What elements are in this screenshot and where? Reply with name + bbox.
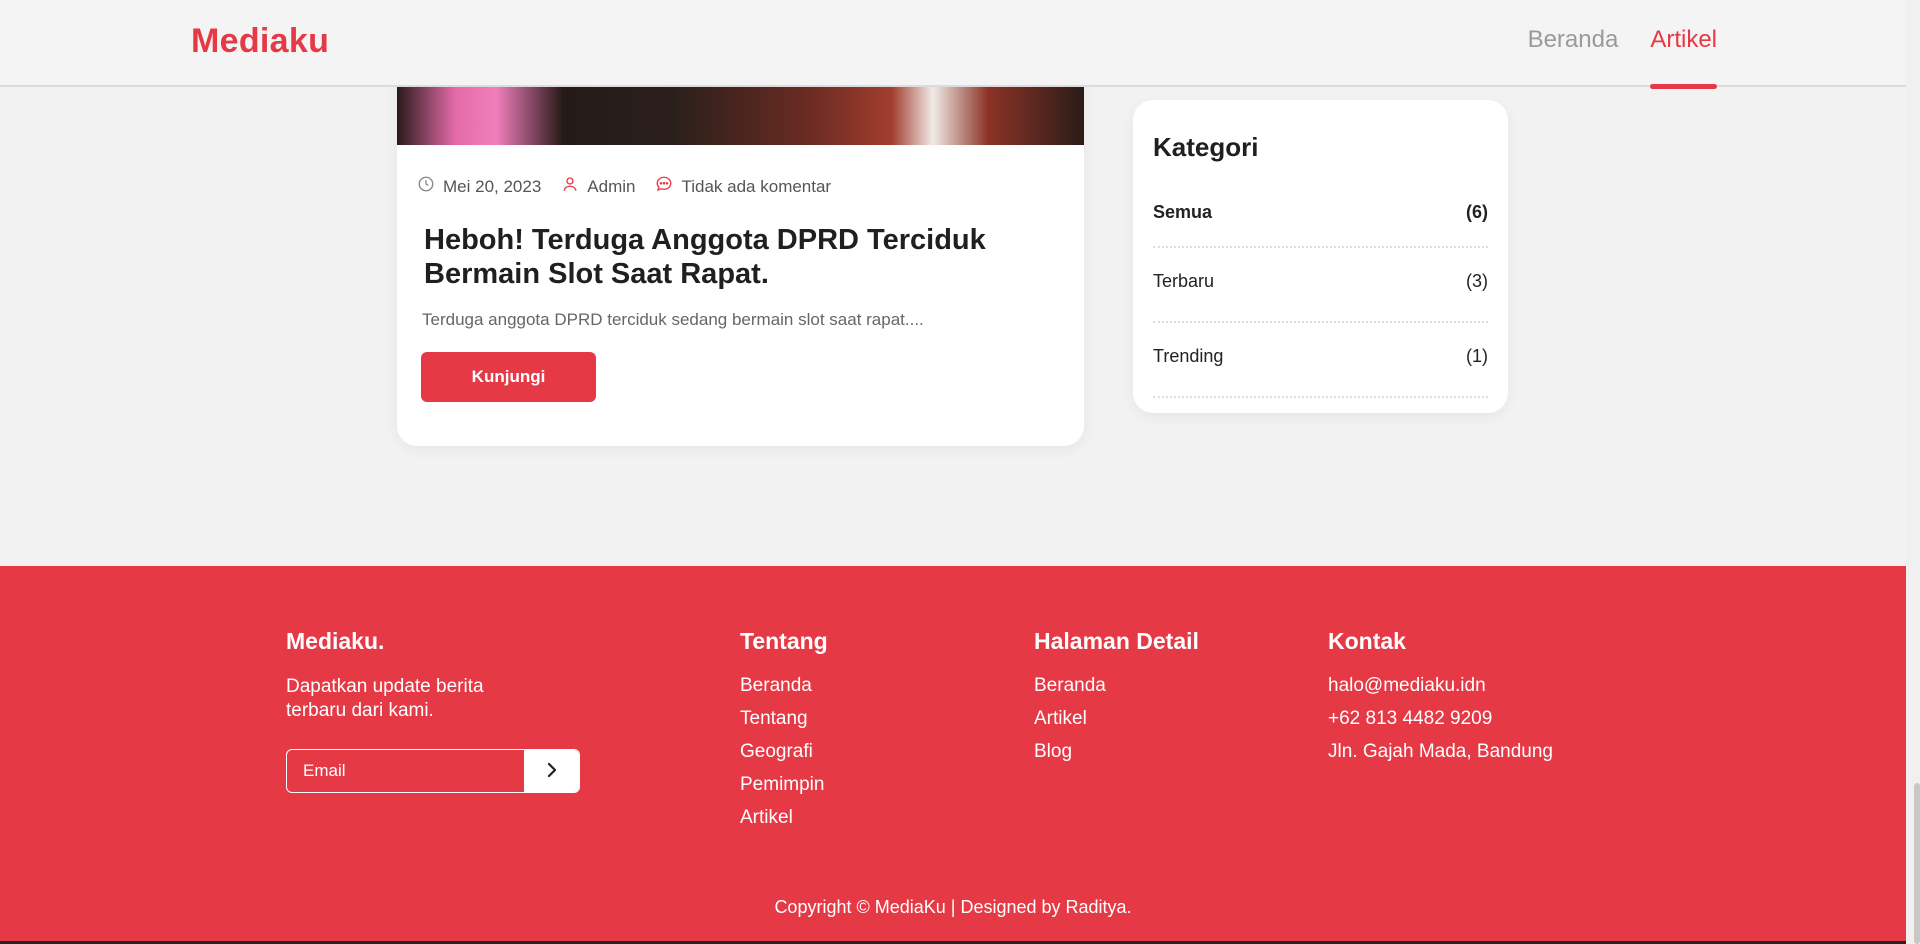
footer-brand-column: Mediaku. Dapatkan update berita terbaru …	[286, 628, 536, 723]
footer-kontak-title: Kontak	[1328, 628, 1406, 654]
category-list: Semua (6) Terbaru (3) Trending (1)	[1153, 184, 1488, 398]
category-count: (6)	[1466, 201, 1488, 222]
footer-halaman-column: Halaman Detail Beranda Artikel Blog	[1034, 628, 1199, 774]
footer-link-blog[interactable]: Blog	[1034, 741, 1199, 763]
footer-link-geografi[interactable]: Geografi	[740, 741, 828, 763]
chevron-right-icon	[543, 761, 561, 782]
contact-address: Jln. Gajah Mada, Bandung	[1328, 741, 1553, 762]
category-sidebar: Kategori Semua (6) Terbaru (3) Trending …	[1133, 100, 1508, 413]
site-header: Mediaku Beranda Artikel	[0, 0, 1906, 89]
brand-logo[interactable]: Mediaku	[191, 22, 329, 61]
category-name: Semua	[1153, 201, 1213, 222]
contact-phone[interactable]: +62 813 4482 9209	[1328, 708, 1553, 730]
footer-link-artikel[interactable]: Artikel	[740, 807, 828, 829]
article-meta: Mei 20, 2023 Admin Tidak ada komentar	[417, 175, 831, 198]
category-count: (3)	[1466, 271, 1488, 291]
category-item-trending[interactable]: Trending (1)	[1153, 323, 1488, 398]
email-input[interactable]	[287, 750, 524, 792]
category-name: Terbaru	[1153, 271, 1215, 291]
user-icon	[561, 175, 579, 198]
category-count: (1)	[1466, 346, 1488, 366]
comment-icon	[655, 175, 673, 198]
article-date: Mei 20, 2023	[443, 176, 542, 196]
category-item-semua[interactable]: Semua (6)	[1153, 184, 1488, 248]
nav-artikel[interactable]: Artikel	[1650, 0, 1717, 89]
article-card: Mei 20, 2023 Admin Tidak ada komentar He…	[397, 60, 1084, 446]
contact-email[interactable]: halo@mediaku.idn	[1328, 675, 1553, 697]
footer-tentang-title: Tentang	[740, 628, 828, 654]
visit-button[interactable]: Kunjungi	[421, 352, 596, 402]
page-scrollbar[interactable]	[1906, 0, 1920, 944]
category-name: Trending	[1153, 346, 1224, 366]
meta-comments: Tidak ada komentar	[655, 175, 831, 198]
copyright: Copyright © MediaKu | Designed by Radity…	[774, 897, 1132, 917]
article-comments: Tidak ada komentar	[681, 176, 832, 196]
meta-author: Admin	[561, 175, 635, 198]
subscribe-form	[286, 749, 580, 793]
category-item-terbaru[interactable]: Terbaru (3)	[1153, 248, 1488, 323]
footer-kontak-column: Kontak halo@mediaku.idn +62 813 4482 920…	[1328, 628, 1553, 774]
clock-icon	[417, 175, 435, 198]
subscribe-button[interactable]	[524, 750, 579, 792]
footer-link-pemimpin[interactable]: Pemimpin	[740, 774, 828, 796]
article-title[interactable]: Heboh! Terduga Anggota DPRD Terciduk Ber…	[424, 223, 1044, 291]
meta-date: Mei 20, 2023	[417, 175, 541, 198]
article-author: Admin	[587, 176, 636, 196]
footer-link-beranda[interactable]: Beranda	[1034, 675, 1199, 697]
article-excerpt: Terduga anggota DPRD terciduk sedang ber…	[422, 310, 924, 329]
footer-link-tentang[interactable]: Tentang	[740, 708, 828, 730]
footer-link-artikel[interactable]: Artikel	[1034, 708, 1199, 730]
footer-tentang-column: Tentang Beranda Tentang Geografi Pemimpi…	[740, 628, 828, 840]
scrollbar-thumb[interactable]	[1914, 783, 1920, 944]
nav-beranda[interactable]: Beranda	[1528, 0, 1619, 87]
footer-description: Dapatkan update berita terbaru dari kami…	[286, 676, 484, 721]
sidebar-title: Kategori	[1153, 132, 1259, 162]
main-nav: Beranda Artikel	[1528, 0, 1717, 89]
footer-brand: Mediaku.	[286, 628, 385, 654]
footer-link-beranda[interactable]: Beranda	[740, 675, 828, 697]
footer-halaman-title: Halaman Detail	[1034, 628, 1199, 654]
